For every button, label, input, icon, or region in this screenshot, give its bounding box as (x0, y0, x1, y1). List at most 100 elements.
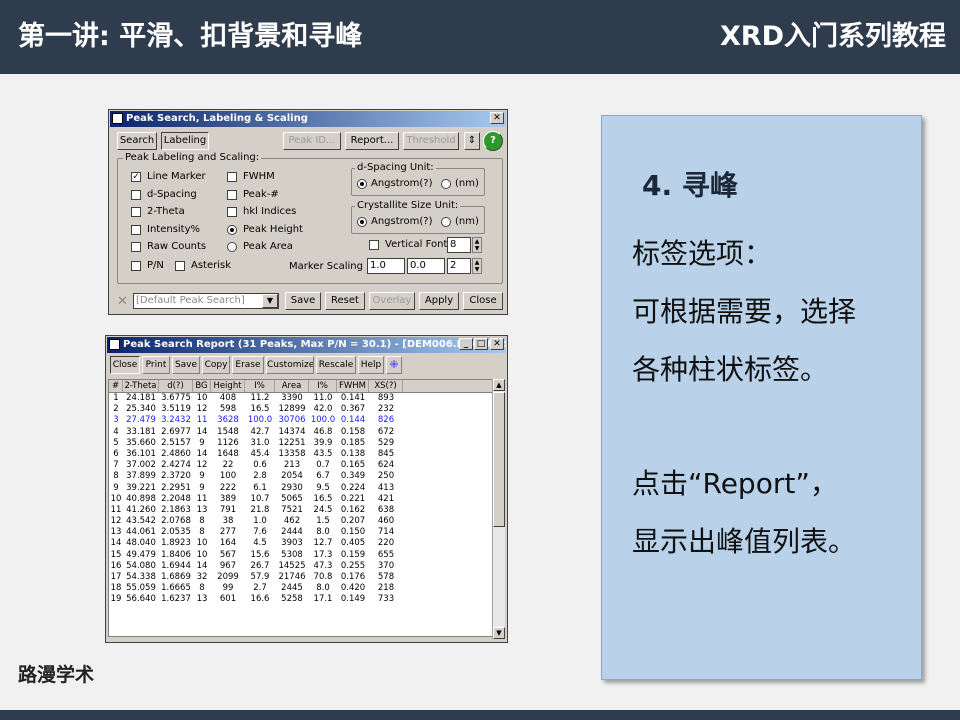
close-icon[interactable]: ✕ (490, 338, 504, 350)
apply-button[interactable]: Apply (419, 292, 459, 310)
overlay-button[interactable]: Overlay (369, 292, 415, 310)
dspacing-nm-radio[interactable] (441, 179, 451, 189)
peak-area-radio[interactable] (227, 242, 237, 252)
column-header[interactable]: Area (275, 380, 309, 392)
scroll-thumb[interactable] (493, 392, 505, 527)
table-row[interactable]: 10 40.898 2.2048 11 389 10.7 5065 16.5 0.221 421 (109, 494, 492, 505)
table-cell: 0.185 (340, 437, 366, 448)
report-rescale-button[interactable]: Rescale (316, 356, 356, 374)
table-row[interactable]: 14 48.040 1.8923 10 164 4.5 3903 12.7 0.405 220 (109, 538, 492, 549)
tab-search[interactable]: Search (117, 132, 157, 150)
vertical-font-input[interactable]: 8 (447, 237, 471, 253)
save-button[interactable]: Save (285, 292, 321, 310)
table-cell: 5 (113, 437, 119, 448)
table-cell: 222 (219, 482, 237, 493)
line-marker-checkbox[interactable]: ✓ (131, 172, 141, 182)
table-row[interactable]: 2 25.340 3.5119 12 598 16.5 12899 42.0 0.367 232 (109, 404, 492, 415)
table-cell: 16 (110, 560, 122, 571)
table-cell: 43.542 (126, 516, 156, 527)
table-row[interactable]: 12 43.542 2.0768 8 38 1.0 462 1.5 0.207 460 (109, 516, 492, 527)
marker-scaling-input-3[interactable]: 2 (447, 258, 471, 274)
table-row[interactable]: 17 54.338 1.6869 32 2099 57.9 21746 70.8 0.176 57… (109, 572, 492, 583)
report-save-button[interactable]: Save (172, 356, 200, 374)
table-row[interactable]: 16 54.080 1.6944 14 967 26.7 14525 47.3 0.255 370 (109, 561, 492, 572)
column-header[interactable]: d(?) (159, 380, 193, 392)
table-cell: 893 (377, 393, 395, 403)
report-erase-button[interactable]: Erase (232, 356, 264, 374)
column-header[interactable]: BG (193, 380, 211, 392)
close-icon[interactable]: ✕ (490, 112, 504, 124)
table-row[interactable]: 1 24.181 3.6775 10 408 11.2 3390 11.0 0.141 893 (109, 393, 492, 404)
report-close-button[interactable]: Close (110, 356, 140, 374)
scroll-up-icon[interactable]: ▲ (493, 379, 505, 391)
table-row[interactable]: 5 35.660 2.5157 9 1126 31.0 12251 39.9 0.185 529 (109, 438, 492, 449)
select-dropdown-icon[interactable]: ▼ (262, 294, 278, 308)
column-header[interactable]: I% (245, 380, 275, 392)
intensity-checkbox[interactable] (131, 225, 141, 235)
vertical-font-spinner[interactable]: ▲ ▼ (472, 237, 482, 253)
cryst-angstrom-radio[interactable] (357, 217, 367, 227)
tab-labeling[interactable]: Labeling (161, 132, 209, 150)
column-header[interactable]: # (109, 380, 123, 392)
raw-counts-checkbox[interactable] (131, 242, 141, 252)
table-cell: 11.0 (313, 393, 333, 403)
marker-scaling-spinner[interactable]: ▲ ▼ (472, 258, 482, 274)
table-row[interactable]: 6 36.101 2.4860 14 1648 45.4 13358 43.5 0.138 845 (109, 449, 492, 460)
dspacing-angstrom-radio[interactable] (357, 179, 367, 189)
minimize-icon[interactable]: _ (459, 338, 473, 350)
table-row[interactable]: 4 33.181 2.6977 14 1548 42.7 14374 46.8 0.158 672 (109, 427, 492, 438)
reset-button[interactable]: Reset (325, 292, 365, 310)
table-row[interactable]: 3 27.479 3.2432 11 3628 100.0 30706 100.0 0.144 8… (109, 415, 492, 426)
maximize-icon[interactable]: □ (474, 338, 488, 350)
marker-scaling-input-2[interactable]: 0.0 (407, 258, 445, 274)
report-print-button[interactable]: Print (142, 356, 170, 374)
report-copy-button[interactable]: Copy (202, 356, 230, 374)
scroll-down-icon[interactable]: ▼ (493, 627, 505, 639)
peak-id-button[interactable]: Peak ID... (283, 132, 341, 150)
table-row[interactable]: 9 39.221 2.2951 9 222 6.1 2930 9.5 0.224 413 (109, 483, 492, 494)
vertical-scrollbar[interactable]: ▲ ▼ (492, 379, 505, 639)
peak-num-checkbox[interactable] (227, 190, 237, 200)
report-help-button[interactable]: Help (358, 356, 384, 374)
cryst-nm-radio[interactable] (441, 217, 451, 227)
table-row[interactable]: 15 49.479 1.8406 10 567 15.6 5308 17.3 0.159 655 (109, 550, 492, 561)
report-customize-button[interactable]: Customize (266, 356, 314, 374)
threshold-button[interactable]: Threshold (403, 132, 459, 150)
default-peak-search-select[interactable]: [Default Peak Search] (133, 293, 279, 309)
column-header[interactable]: 2-Theta (123, 380, 159, 392)
pn-checkbox[interactable] (131, 261, 141, 271)
card-line-5: 显示出峰值列表。 (632, 525, 857, 558)
table-row[interactable]: 8 37.899 2.3720 9 100 2.8 2054 6.7 0.349 250 (109, 471, 492, 482)
table-cell: 218 (377, 583, 395, 594)
column-header[interactable]: I% (309, 380, 337, 392)
column-header[interactable]: Height (211, 380, 245, 392)
asterisk-checkbox[interactable] (175, 261, 185, 271)
info-card: 4. 寻峰 标签选项： 可根据需要，选择 各种柱状标签。 点击“Report”，… (601, 115, 922, 680)
up-down-icon[interactable]: ⇕ (464, 132, 480, 150)
table-cell: 578 (377, 572, 395, 582)
table-row[interactable]: 19 56.640 1.6237 13 601 16.6 5258 17.1 0.149 733 (109, 594, 492, 605)
table-cell: 49.479 (126, 549, 156, 560)
column-header[interactable]: XS(?) (369, 380, 403, 392)
table-cell: 9 (199, 482, 205, 493)
fwhm-checkbox[interactable] (227, 172, 237, 182)
table-row[interactable]: 13 44.061 2.0535 8 277 7.6 2444 8.0 0.150 714 (109, 527, 492, 538)
table-cell: 16.5 (250, 404, 270, 415)
report-button[interactable]: Report... (345, 132, 399, 150)
close-button[interactable]: Close (463, 292, 503, 310)
two-theta-checkbox[interactable] (131, 207, 141, 217)
grid-options-icon[interactable]: ⁜ (386, 356, 402, 374)
table-cell: 9.5 (316, 482, 330, 493)
table-row[interactable]: 7 37.002 2.4274 12 22 0.6 213 0.7 0.165 624 (109, 460, 492, 471)
column-header[interactable]: FWHM (337, 380, 369, 392)
table-row[interactable]: 18 55.059 1.6665 8 99 2.7 2445 8.0 0.420 218 (109, 583, 492, 594)
vertical-font-checkbox[interactable] (369, 240, 379, 250)
d-spacing-checkbox[interactable] (131, 190, 141, 200)
hkl-checkbox[interactable] (227, 207, 237, 217)
table-cell: 9 (113, 482, 119, 493)
marker-scaling-input-1[interactable]: 1.0 (367, 258, 405, 274)
table-row[interactable]: 11 41.260 2.1863 13 791 21.8 7521 24.5 0.162 638 (109, 505, 492, 516)
help-icon[interactable]: ? (483, 131, 503, 151)
peak-height-radio[interactable] (227, 225, 237, 235)
clear-icon[interactable]: ✕ (117, 294, 128, 309)
